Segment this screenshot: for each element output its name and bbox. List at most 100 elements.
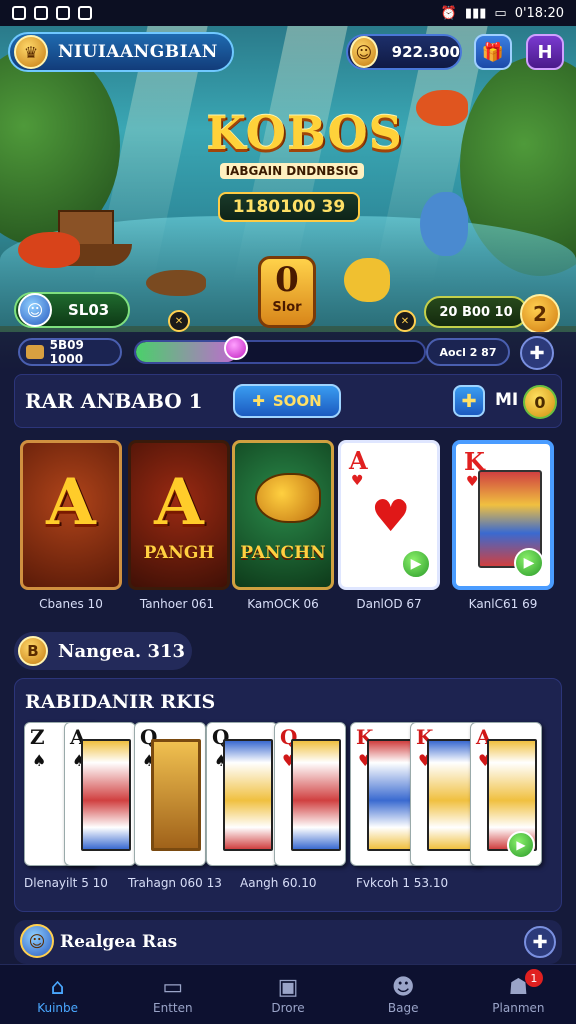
home-icon: ⌂ bbox=[50, 975, 65, 1000]
fan-caption: Dlenayilt 5 10 bbox=[24, 876, 108, 890]
signal-icon: ▮▮▮ bbox=[464, 5, 487, 21]
face-card-art bbox=[223, 739, 273, 851]
fish-icon bbox=[255, 473, 321, 523]
game-caption: Cbanes 10 bbox=[39, 597, 103, 611]
section-badge-value: 0 bbox=[534, 392, 546, 412]
status-bar: ⏰ ▮▮▮ ▭ 0'18:20 bbox=[0, 0, 576, 26]
game-card[interactable]: A ♥ ♥ ▶ bbox=[338, 440, 440, 590]
game-card[interactable]: PANCHN bbox=[232, 440, 334, 590]
avatar-icon: ♛ bbox=[14, 35, 48, 69]
coin-value: 922.300 bbox=[391, 43, 460, 61]
lock-icon: ✕ bbox=[168, 310, 190, 332]
soon-button[interactable]: ✚ SOON bbox=[233, 384, 341, 418]
nav-item-drore[interactable]: ▣ Drore bbox=[230, 965, 345, 1024]
range-pill[interactable]: B Nangea. 313 bbox=[14, 632, 192, 670]
balance-pill[interactable]: 5B09 1000 bbox=[18, 338, 122, 366]
slots-avatar-icon: ☺ bbox=[18, 293, 52, 327]
region-row[interactable]: ☺ Realgea Ras ✚ bbox=[14, 920, 562, 964]
coin-balance[interactable]: ☺ 922.300 bbox=[346, 34, 462, 70]
section-label: MI bbox=[495, 390, 519, 410]
nav-item-bage[interactable]: ☻ Bage bbox=[346, 965, 461, 1024]
card-letter: A bbox=[46, 465, 96, 540]
xp-knob bbox=[224, 336, 249, 360]
notification-icon bbox=[78, 6, 92, 20]
coin-icon: ☺ bbox=[350, 36, 378, 68]
game-logo: KOBOS IABGAIN DNDNBSIG bbox=[206, 106, 403, 179]
slots-label: SL03 bbox=[68, 301, 110, 319]
fish-illustration bbox=[420, 192, 468, 256]
notification-icon bbox=[56, 6, 70, 20]
globe-icon: ☺ bbox=[20, 924, 54, 958]
balance-value: 5B09 1000 bbox=[49, 338, 84, 366]
score-value: 20 B00 10 bbox=[439, 304, 513, 320]
profile-pill[interactable]: ♛ NIUIAANGBIAN bbox=[8, 32, 234, 72]
notification-icon bbox=[12, 6, 26, 20]
play-icon: ▶ bbox=[514, 548, 544, 578]
nav-label: Bage bbox=[387, 1001, 419, 1015]
menu-label: H bbox=[537, 41, 553, 63]
card-word: PANCHN bbox=[240, 543, 326, 563]
score-bubble[interactable]: 2 bbox=[520, 294, 560, 334]
heart-icon: ♥ bbox=[351, 473, 364, 489]
progress-row: 5B09 1000 Aocl 2 87 ✚ bbox=[0, 332, 576, 372]
game-caption: DanlOD 67 bbox=[356, 597, 422, 611]
game-card[interactable]: A PANGH bbox=[128, 440, 230, 590]
slots-pill[interactable]: ☺ SL03 bbox=[14, 292, 130, 328]
region-add-button[interactable]: ✚ bbox=[524, 926, 556, 958]
fan-title: RABIDANIR RKIS bbox=[25, 691, 216, 713]
face-card-art bbox=[291, 739, 341, 851]
frame-icon: ▭ bbox=[162, 975, 184, 1000]
score-bubble-value: 2 bbox=[533, 302, 547, 326]
card-rank: Z bbox=[30, 725, 45, 749]
xp-fill bbox=[136, 342, 237, 362]
slot-badge-number: 0 bbox=[275, 260, 299, 300]
nav-item-entten[interactable]: ▭ Entten bbox=[115, 965, 230, 1024]
fan-caption: Fvkcoh 1 53.10 bbox=[356, 876, 449, 890]
plus-icon: ✚ bbox=[252, 392, 265, 410]
playing-card[interactable]: A ♥ ▶ bbox=[470, 722, 542, 866]
playing-card[interactable]: Q ♠ bbox=[206, 722, 278, 866]
card-letter: A bbox=[154, 465, 204, 540]
section-title: RAR ANBABO 1 bbox=[25, 389, 203, 413]
face-card-art bbox=[151, 739, 201, 851]
logo-subtitle: IABGAIN DNDNBSIG bbox=[219, 163, 365, 179]
playing-card[interactable]: Q ♠ bbox=[134, 722, 206, 866]
game-card[interactable]: K ♥ ▶ bbox=[452, 440, 554, 590]
nav-label: Entten bbox=[153, 1001, 193, 1015]
add-small-button[interactable]: ✚ bbox=[453, 385, 485, 417]
app-name: NIUIAANGBIAN bbox=[58, 42, 218, 62]
plus-icon: ✚ bbox=[529, 342, 545, 364]
game-card[interactable]: A bbox=[20, 440, 122, 590]
fish-illustration bbox=[344, 258, 390, 302]
lock-icon: ✕ bbox=[394, 310, 416, 332]
status-left-icons bbox=[12, 6, 92, 20]
section-badge[interactable]: 0 bbox=[523, 385, 557, 419]
gift-button[interactable]: 🎁 bbox=[474, 34, 512, 70]
soon-label: SOON bbox=[272, 392, 322, 410]
score-pill: 20 B00 10 bbox=[424, 296, 528, 328]
playing-card[interactable]: A ♠ bbox=[64, 722, 136, 866]
heart-icon: ♥ bbox=[466, 474, 479, 490]
notification-icon bbox=[34, 6, 48, 20]
gift-icon: 🎁 bbox=[481, 41, 505, 63]
menu-button[interactable]: H bbox=[526, 34, 564, 70]
slot-badge-label: Slor bbox=[272, 300, 302, 315]
slot-button[interactable]: 0 Slor bbox=[258, 256, 316, 328]
playing-card[interactable]: Q ♥ bbox=[274, 722, 346, 866]
nav-label: Planmen bbox=[492, 1001, 545, 1015]
card-rank: A bbox=[349, 446, 368, 475]
add-button[interactable]: ✚ bbox=[520, 336, 554, 370]
game-caption: KamOCK 06 bbox=[247, 597, 319, 611]
nav-label: Drore bbox=[271, 1001, 305, 1015]
notification-badge: 1 bbox=[524, 969, 543, 987]
people-icon: ☻ bbox=[391, 975, 415, 1000]
jackpot-counter: 1180100 39 bbox=[218, 192, 360, 222]
level-text: Aocl 2 87 bbox=[439, 345, 497, 359]
nav-item-home[interactable]: ⌂ Kuinbe bbox=[0, 965, 115, 1024]
heart-icon: ♥ bbox=[371, 491, 411, 542]
fish-illustration bbox=[146, 270, 206, 296]
play-icon: ▶ bbox=[507, 831, 535, 859]
nav-item-planmen[interactable]: ☗ Planmen 1 bbox=[461, 965, 576, 1024]
level-pill: Aocl 2 87 bbox=[426, 338, 510, 366]
logo-title: KOBOS bbox=[206, 106, 403, 160]
